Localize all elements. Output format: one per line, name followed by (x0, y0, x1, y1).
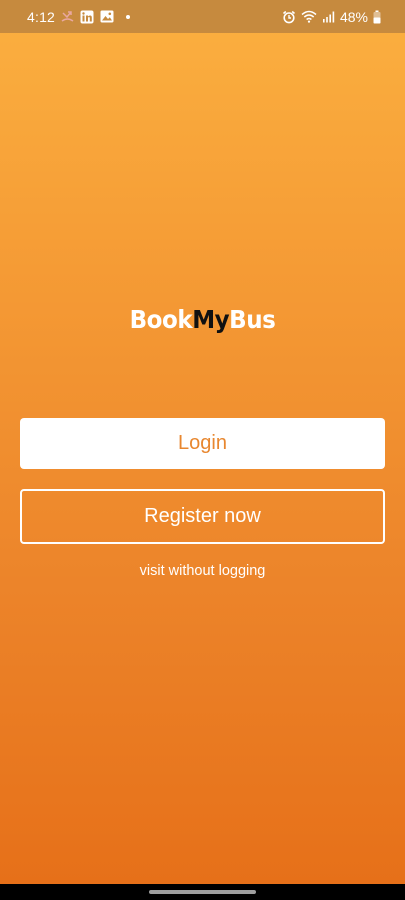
logo-my: My (192, 305, 230, 334)
battery-icon (373, 10, 381, 24)
app-logo: BookMyBus (16, 305, 389, 334)
logo-book: Book (129, 305, 193, 334)
gallery-icon (100, 10, 114, 23)
logo-bus: Bus (229, 305, 276, 334)
visit-without-logging-link[interactable]: visit without logging (0, 563, 405, 579)
navigation-bar (0, 884, 405, 900)
status-left: 4:12 (27, 0, 131, 33)
wifi-icon (301, 10, 317, 23)
battery-percent: 48% (339, 8, 368, 25)
login-button-label: Login (178, 432, 227, 454)
home-gesture-handle[interactable] (149, 890, 256, 894)
login-button[interactable]: Login (20, 418, 385, 469)
dot-icon (126, 14, 131, 19)
login-screen: 4:12 48% BookMyBus Login Register now vi… (0, 0, 405, 900)
status-right: 48% (282, 0, 381, 33)
register-button[interactable]: Register now (20, 489, 385, 544)
status-time: 4:12 (27, 8, 56, 25)
linkedin-icon (80, 10, 94, 24)
register-button-label: Register now (144, 505, 261, 527)
alarm-icon (282, 10, 296, 24)
signal-icon (322, 11, 335, 23)
status-bar: 4:12 48% (0, 0, 405, 33)
missed-call-icon (61, 10, 74, 23)
